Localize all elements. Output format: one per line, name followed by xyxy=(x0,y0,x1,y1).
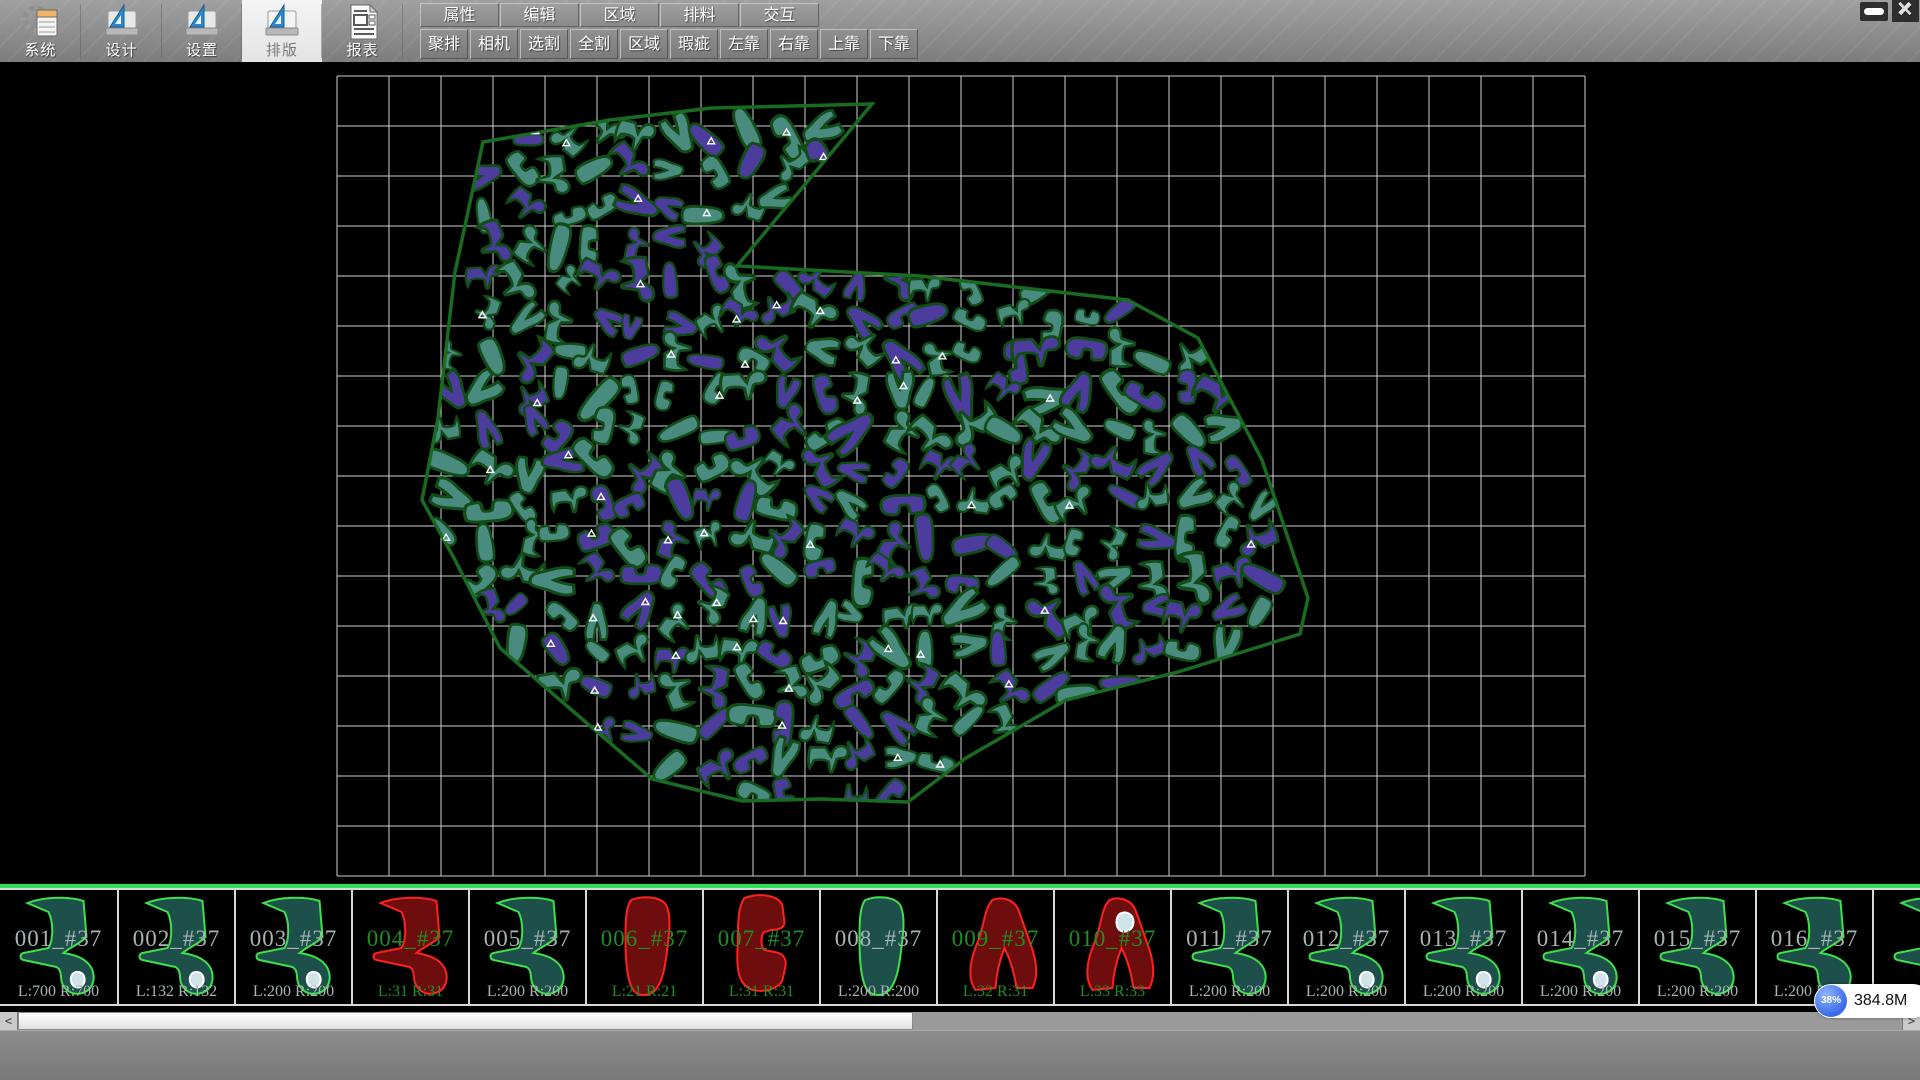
memory-value: 384.8M xyxy=(1854,984,1907,1018)
part-lr-count: L:200 R:200 xyxy=(236,983,351,1001)
part-lr-count: L:200 R:200 xyxy=(821,983,936,1001)
part-lr-count: L:200 R:200 xyxy=(470,983,585,1001)
action-button-10[interactable]: 下靠 xyxy=(870,29,918,59)
divider xyxy=(402,4,403,58)
action-button-5[interactable]: 区域 xyxy=(620,29,668,59)
close-button[interactable]: ✕ xyxy=(1892,0,1919,22)
main-button-label: 设置 xyxy=(162,39,242,60)
part-thumbnail-015_#37[interactable]: 015_#37 L:200 R:200 xyxy=(1638,890,1755,1004)
menu-tab-1[interactable]: 属性 xyxy=(420,3,499,27)
part-lr-count: L:200 R:200 xyxy=(1406,983,1521,1001)
part-lr-count: L:200 R:200 xyxy=(1289,983,1404,1001)
action-button-1[interactable]: 聚排 xyxy=(420,29,468,59)
part-thumbnail-011_#37[interactable]: 011_#37 L:200 R:200 xyxy=(1170,890,1287,1004)
status-bar xyxy=(0,1030,1920,1080)
action-button-8[interactable]: 右靠 xyxy=(770,29,818,59)
part-lr-count: L:200 R:200 xyxy=(1172,983,1287,1001)
part-thumbnail-008_#37[interactable]: 008_#37 L:200 R:200 xyxy=(819,890,936,1004)
part-thumbnail-001_#37[interactable]: 001_#37 L:700 R:700 xyxy=(0,890,117,1004)
horizontal-scrollbar[interactable]: < > xyxy=(0,1012,1920,1030)
main-button-label: 系统 xyxy=(0,39,81,60)
part-thumbnail-002_#37[interactable]: 002_#37 L:132 R:132 xyxy=(117,890,234,1004)
part-id-label: 011_#37 xyxy=(1172,926,1287,952)
part-thumbnail-004_#37[interactable]: 004_#37 L:31 R:31 xyxy=(351,890,468,1004)
progress-circle: 38% xyxy=(1815,985,1847,1017)
part-id-label: 010_#37 xyxy=(1055,926,1170,952)
part-id-label: 014_#37 xyxy=(1523,926,1638,952)
main-button-report[interactable]: 报表 xyxy=(322,0,403,62)
part-lr-count: L:33 R:33 xyxy=(1055,983,1170,1001)
part-thumbnail-010_#37[interactable]: 010_#37 L:33 R:33 xyxy=(1053,890,1170,1004)
menu-tab-2[interactable]: 编辑 xyxy=(500,3,579,27)
minimize-button[interactable] xyxy=(1860,2,1888,21)
application-window: 系统 设计 设置 xyxy=(0,0,1920,1080)
part-thumbnail-014_#37[interactable]: 014_#37 L:200 R:200 xyxy=(1521,890,1638,1004)
part-id-label: 004_#37 xyxy=(353,926,468,952)
toolbar: 系统 设计 设置 xyxy=(0,0,1920,63)
menu-tab-row: 属性编辑区域排料交互 xyxy=(420,3,820,27)
part-id-label: 008_#37 xyxy=(821,926,936,952)
part-lr-count: L:32 R:31 xyxy=(938,983,1053,1001)
action-button-9[interactable]: 上靠 xyxy=(820,29,868,59)
system-gear-icon xyxy=(21,3,61,41)
action-button-2[interactable]: 相机 xyxy=(470,29,518,59)
part-thumbnail-003_#37[interactable]: 003_#37 L:200 R:200 xyxy=(234,890,351,1004)
part-thumbnail-009_#37[interactable]: 009_#37 L:32 R:31 xyxy=(936,890,1053,1004)
action-button-3[interactable]: 选割 xyxy=(520,29,568,59)
nesting-canvas[interactable] xyxy=(0,62,1920,884)
part-id-label: 006_#37 xyxy=(587,926,702,952)
part-id-label: 009_#37 xyxy=(938,926,1053,952)
part-thumbnail-012_#37[interactable]: 012_#37 L:200 R:200 xyxy=(1287,890,1404,1004)
part-thumbnail-006_#37[interactable]: 006_#37 L:21 R:21 xyxy=(585,890,702,1004)
status-badge: 38% 384.8M xyxy=(1814,984,1920,1018)
part-id-label: 002_#37 xyxy=(119,926,234,952)
part-lr-count: L:132 R:132 xyxy=(119,983,234,1001)
main-button-design[interactable]: 设计 xyxy=(81,0,162,62)
part-id-label: 012_#37 xyxy=(1289,926,1404,952)
part-id-label: 001_#37 xyxy=(0,926,117,952)
settings-ruler-icon xyxy=(182,3,222,41)
main-button-label: 报表 xyxy=(322,39,403,60)
scrollbar-thumb[interactable] xyxy=(18,1012,913,1030)
design-ruler-icon xyxy=(102,3,142,41)
part-id-label: 015_#37 xyxy=(1640,926,1755,952)
part-thumbnail-013_#37[interactable]: 013_#37 L:200 R:200 xyxy=(1404,890,1521,1004)
main-button-nesting[interactable]: 排版 xyxy=(242,0,322,62)
part-lr-count: L:31 R:31 xyxy=(353,983,468,1001)
part-id-label: 013_#37 xyxy=(1406,926,1521,952)
scroll-left-arrow[interactable]: < xyxy=(0,1012,18,1030)
action-button-6[interactable]: 瑕疵 xyxy=(670,29,718,59)
report-icon xyxy=(343,3,383,41)
part-id-label: 016_#37 xyxy=(1757,926,1872,952)
part-lr-count: L:200 R:200 xyxy=(1640,983,1755,1001)
part-lr-count: L:200 R:200 xyxy=(1523,983,1638,1001)
part-thumbnail-007_#37[interactable]: 007_#37 L:31 R:31 xyxy=(702,890,819,1004)
action-button-7[interactable]: 左靠 xyxy=(720,29,768,59)
part-id-label: 005_#37 xyxy=(470,926,585,952)
main-button-system[interactable]: 系统 xyxy=(0,0,81,62)
nesting-ruler-icon xyxy=(262,3,302,41)
main-button-settings[interactable]: 设置 xyxy=(162,0,242,62)
menu-tab-3[interactable]: 区域 xyxy=(580,3,659,27)
part-lr-count: L:21 R:21 xyxy=(587,983,702,1001)
part-id-label: 003_#37 xyxy=(236,926,351,952)
menu-tab-5[interactable]: 交互 xyxy=(740,3,819,27)
action-button-4[interactable]: 全割 xyxy=(570,29,618,59)
part-id-label: 007_#37 xyxy=(704,926,819,952)
action-button-row: 聚排相机选割全割区域瑕疵左靠右靠上靠下靠 xyxy=(420,29,920,59)
minimize-icon xyxy=(1864,8,1884,15)
menu-tab-4[interactable]: 排料 xyxy=(660,3,739,27)
part-lr-count: L:31 R:31 xyxy=(704,983,819,1001)
main-button-label: 设计 xyxy=(81,39,162,60)
parts-thumbnail-strip: 001_#37 L:700 R:700 002_#37 L:132 R:132 … xyxy=(0,888,1920,1006)
part-lr-count: L:700 R:700 xyxy=(0,983,117,1001)
part-thumbnail-005_#37[interactable]: 005_#37 L:200 R:200 xyxy=(468,890,585,1004)
nesting-layout-drawing xyxy=(0,62,1920,884)
main-button-label: 排版 xyxy=(242,39,322,60)
